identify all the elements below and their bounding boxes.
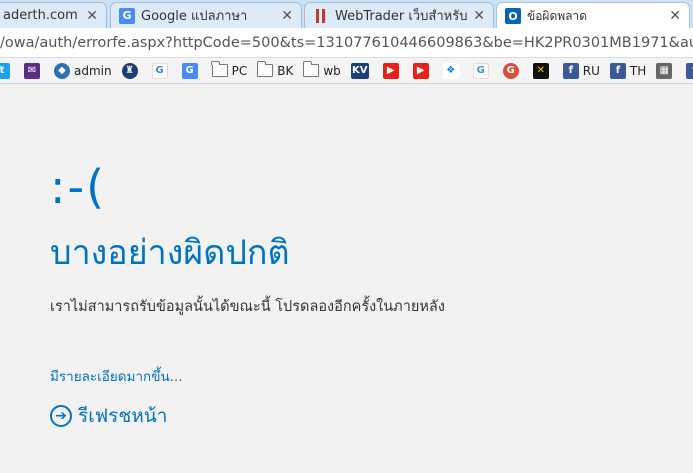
google-icon: G: [151, 62, 168, 79]
bookmark-facebook-th[interactable]: f TH: [609, 62, 647, 79]
bookmark-admin[interactable]: ◆ admin: [54, 62, 112, 79]
bookmarks-bar: t ✉ ◆ admin ♜ G G PC BK wb KV ▶ ▶ ❖ G G: [0, 58, 693, 84]
bookmark-label: admin: [74, 63, 112, 78]
tab-title: ข้อผิดพลาด: [527, 8, 588, 23]
bookmark-label: PC: [231, 63, 248, 78]
url-text[interactable]: /owa/auth/errorfe.aspx?httpCode=500&ts=1…: [0, 35, 693, 51]
tab-error-active[interactable]: O ข้อผิดพลาด ✕: [496, 2, 690, 28]
bookmark-google-plus[interactable]: G: [502, 62, 523, 79]
outlook-icon: O: [505, 8, 521, 24]
bookmark-folder-bk[interactable]: BK: [256, 61, 294, 78]
tab-webtrader[interactable]: WebTrader เว็บสำหรับนักลง ✕: [304, 2, 494, 28]
tab-strip: aderth.com ✕ G Google แปลภาษา ✕ WebTrade…: [0, 0, 693, 28]
bookmark-google-2[interactable]: G: [472, 62, 493, 79]
sad-emoticon: :-(: [50, 160, 107, 214]
bookmark-mail[interactable]: ✉: [24, 62, 44, 79]
facebook-icon: f: [686, 62, 693, 79]
error-page: :-( บางอย่างผิดปกติ เราไม่สามารถรับข้อมู…: [0, 85, 693, 473]
folder-icon: [256, 61, 274, 77]
tab-aderth[interactable]: aderth.com ✕: [0, 2, 107, 28]
error-heading: บางอย่างผิดปกติ: [50, 233, 290, 273]
mail-icon: ✉: [24, 62, 40, 79]
refresh-page-link[interactable]: ➔ รีเฟรชหน้า: [50, 401, 167, 431]
bookmark-youtube-2[interactable]: ▶: [412, 62, 433, 79]
bookmark-label: BK: [277, 63, 294, 78]
close-icon[interactable]: ✕: [281, 8, 293, 24]
google-icon: G: [472, 62, 489, 79]
refresh-label: รีเฟรชหน้า: [78, 405, 168, 427]
close-icon[interactable]: ✕: [669, 8, 681, 24]
error-message: เราไม่สามารถรับข้อมูลนั้นได้ขณะนี้ โปรดล…: [50, 299, 445, 315]
folder-icon: [302, 61, 320, 77]
folder-icon: [211, 61, 228, 77]
kv-icon: KV: [350, 62, 369, 79]
facebook-icon: f: [562, 62, 579, 79]
facebook-icon: f: [609, 62, 626, 79]
note-icon: ▦: [656, 62, 673, 79]
trading-icon: ✕: [532, 62, 549, 79]
bookmark-facebook-ru[interactable]: f RU: [562, 62, 600, 79]
bookmark-exness[interactable]: ✕: [532, 62, 553, 79]
bookmark-crest[interactable]: ♜: [121, 62, 142, 79]
bookmark-google[interactable]: G: [151, 62, 172, 79]
tab-google-translate[interactable]: G Google แปลภาษา ✕: [110, 2, 302, 28]
bookmark-folder-wb[interactable]: wb: [302, 61, 341, 78]
twitter-icon: t: [0, 62, 10, 79]
arrow-right-circle-icon: ➔: [50, 405, 72, 427]
bookmark-label: TH: [629, 63, 647, 78]
admin-icon: ◆: [54, 62, 70, 79]
bookmark-note[interactable]: ▦: [656, 62, 676, 79]
crest-icon: ♜: [121, 62, 138, 79]
youtube-icon: ▶: [382, 62, 399, 79]
google-plus-icon: G: [502, 62, 519, 79]
bookmark-youtube-1[interactable]: ▶: [382, 62, 403, 79]
bookmark-kv[interactable]: KV: [350, 62, 373, 79]
tab-title: aderth.com: [3, 8, 78, 23]
bookmark-label: RU: [582, 63, 600, 78]
bookmark-folder-pc[interactable]: PC: [211, 61, 248, 78]
google-translate-icon: G: [181, 62, 198, 79]
youtube-icon: ▶: [412, 62, 429, 79]
more-details-link[interactable]: มีรายละเอียดมากขึ้น...: [50, 365, 183, 387]
tab-title: WebTrader เว็บสำหรับนักลง: [335, 9, 468, 24]
bookmark-twitter[interactable]: t: [0, 62, 14, 79]
address-bar[interactable]: /owa/auth/errorfe.aspx?httpCode=500&ts=1…: [0, 28, 693, 58]
google-translate-icon: G: [119, 7, 135, 24]
close-icon[interactable]: ✕: [473, 8, 485, 24]
bookmark-dropbox[interactable]: ❖: [442, 62, 463, 79]
bookmark-label: wb: [323, 63, 341, 78]
tab-title: Google แปลภาษา: [141, 9, 248, 24]
webtrader-icon: [313, 8, 329, 24]
bookmark-facebook-3[interactable]: f: [686, 62, 693, 79]
dropbox-icon: ❖: [442, 62, 459, 79]
close-icon[interactable]: ✕: [86, 8, 98, 24]
bookmark-google-translate[interactable]: G: [181, 62, 202, 79]
